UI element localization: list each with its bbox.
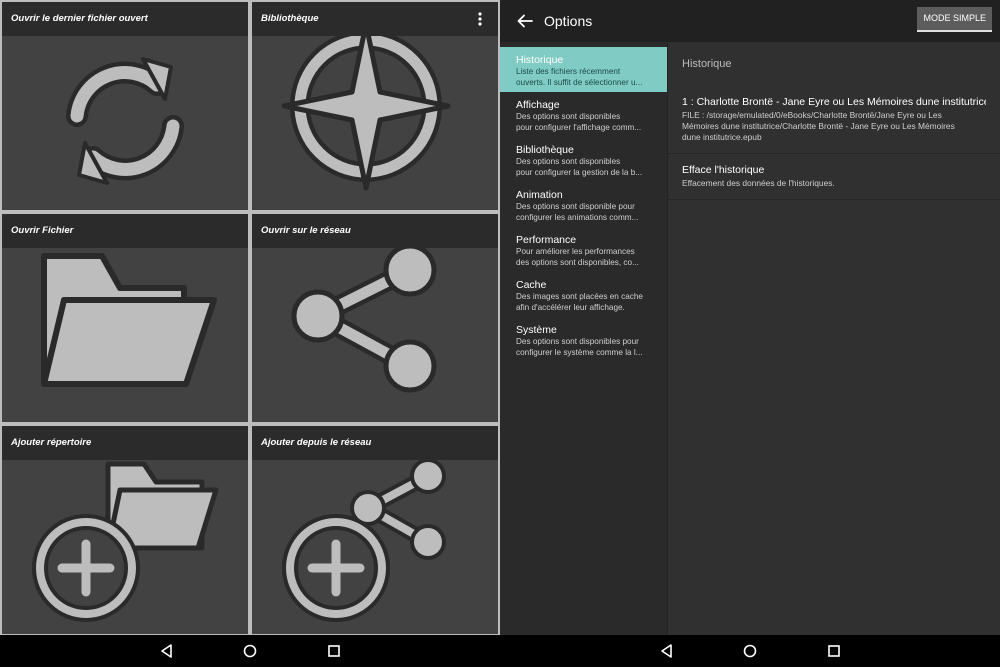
simple-mode-button[interactable]: MODE SIMPLE bbox=[917, 7, 992, 32]
tile-label: Ouvrir sur le réseau bbox=[252, 214, 498, 248]
tile-label-text: Bibliothèque bbox=[261, 13, 319, 24]
clear-history-entry[interactable]: Efface l'historique Effacement des donné… bbox=[668, 154, 1000, 200]
history-entry-path-line: Mémoires dune institutrice/Charlotte Bro… bbox=[682, 121, 955, 131]
tile-add-directory[interactable]: Ajouter répertoire bbox=[2, 426, 248, 634]
history-content: Historique 1 : Charlotte Brontë - Jane E… bbox=[668, 42, 1000, 635]
tile-open-last-file[interactable]: Ouvrir le dernier fichier ouvert bbox=[2, 2, 248, 210]
navigation-bar bbox=[0, 635, 1000, 667]
menu-item-title: Cache bbox=[516, 279, 547, 291]
nav-home-icon[interactable] bbox=[241, 642, 259, 660]
clear-history-desc: Effacement des données de l'historiques. bbox=[682, 178, 835, 188]
menu-item-history[interactable]: Historique Liste des fichiers récemment … bbox=[500, 47, 667, 92]
section-header: Historique bbox=[682, 58, 732, 70]
menu-item-system[interactable]: Système Des options sont disponibles pou… bbox=[500, 317, 667, 362]
refresh-icon bbox=[2, 36, 248, 210]
compass-icon bbox=[252, 36, 498, 210]
history-entry[interactable]: 1 : Charlotte Brontë - Jane Eyre ou Les … bbox=[668, 86, 1000, 154]
menu-item-title: Système bbox=[516, 324, 557, 336]
tile-library[interactable]: Bibliothèque bbox=[252, 2, 498, 210]
menu-item-cache[interactable]: Cache Des images sont placées en cache a… bbox=[500, 272, 667, 317]
menu-item-desc: configurer le système comme la l... bbox=[516, 348, 643, 357]
menu-item-desc: des options sont disponibles, co... bbox=[516, 258, 639, 267]
history-entry-path-line: FILE : /storage/emulated/0/eBooks/Charlo… bbox=[682, 110, 942, 120]
menu-item-desc: Des options sont disponibles bbox=[516, 157, 621, 166]
nav-recents-icon[interactable] bbox=[325, 642, 343, 660]
page-title: Options bbox=[544, 13, 593, 29]
menu-item-desc: Des options sont disponible pour bbox=[516, 202, 635, 211]
menu-item-performance[interactable]: Performance Pour améliorer les performan… bbox=[500, 227, 667, 272]
clear-history-title: Efface l'historique bbox=[682, 164, 765, 176]
menu-item-display[interactable]: Affichage Des options sont disponibles p… bbox=[500, 92, 667, 137]
menu-item-library[interactable]: Bibliothèque Des options sont disponible… bbox=[500, 137, 667, 182]
menu-item-desc: pour configurer l'affichage comm... bbox=[516, 123, 642, 132]
tile-label: Ajouter répertoire bbox=[2, 426, 248, 460]
menu-item-desc: Des options sont disponibles pour bbox=[516, 337, 639, 346]
menu-item-title: Bibliothèque bbox=[516, 144, 574, 156]
tile-label: Ouvrir Fichier bbox=[2, 214, 248, 248]
tile-label: Bibliothèque bbox=[252, 2, 498, 36]
menu-item-desc: Des options sont disponibles bbox=[516, 112, 621, 121]
tile-open-network[interactable]: Ouvrir sur le réseau bbox=[252, 214, 498, 422]
tile-add-from-network[interactable]: Ajouter depuis le réseau bbox=[252, 426, 498, 634]
menu-item-desc: configurer les animations comm... bbox=[516, 213, 639, 222]
tile-label: Ouvrir le dernier fichier ouvert bbox=[2, 2, 248, 36]
nav-recents-icon[interactable] bbox=[825, 642, 843, 660]
home-panel: Ouvrir le dernier fichier ouvert Bibliot… bbox=[0, 0, 500, 635]
nav-home-icon[interactable] bbox=[741, 642, 759, 660]
menu-item-desc: ouverts. Il suffit de sélectionner u... bbox=[516, 78, 643, 87]
tile-label: Ajouter depuis le réseau bbox=[252, 426, 498, 460]
menu-item-title: Animation bbox=[516, 189, 563, 201]
menu-item-title: Performance bbox=[516, 234, 577, 246]
menu-item-desc: Des images sont placées en cache bbox=[516, 292, 643, 301]
nav-back-icon[interactable] bbox=[158, 642, 176, 660]
add-share-icon bbox=[252, 460, 498, 634]
menu-item-desc: pour configurer la gestion de la b... bbox=[516, 168, 643, 177]
history-entry-path: FILE : /storage/emulated/0/eBooks/Charlo… bbox=[682, 110, 986, 143]
menu-item-animation[interactable]: Animation Des options sont disponible po… bbox=[500, 182, 667, 227]
folder-icon bbox=[2, 248, 248, 422]
options-menu: Historique Liste des fichiers récemment … bbox=[500, 42, 668, 635]
menu-item-desc: afin d'accélérer leur affichage. bbox=[516, 303, 625, 312]
app-bar: Options MODE SIMPLE bbox=[500, 0, 1000, 42]
tile-open-file[interactable]: Ouvrir Fichier bbox=[2, 214, 248, 422]
options-panel: Options MODE SIMPLE Historique Liste des… bbox=[500, 0, 1000, 635]
history-entry-path-line: dune institutrice.epub bbox=[682, 132, 762, 142]
more-options-icon[interactable] bbox=[472, 2, 488, 36]
menu-item-desc: Pour améliorer les performances bbox=[516, 247, 635, 256]
menu-item-title: Historique bbox=[516, 54, 564, 66]
back-arrow-icon[interactable] bbox=[516, 12, 534, 30]
menu-item-desc: Liste des fichiers récemment bbox=[516, 67, 621, 76]
add-folder-icon bbox=[2, 460, 248, 634]
nav-back-icon[interactable] bbox=[658, 642, 676, 660]
history-entry-title: 1 : Charlotte Brontë - Jane Eyre ou Les … bbox=[682, 96, 986, 108]
menu-item-title: Affichage bbox=[516, 99, 560, 111]
share-icon bbox=[252, 248, 498, 422]
